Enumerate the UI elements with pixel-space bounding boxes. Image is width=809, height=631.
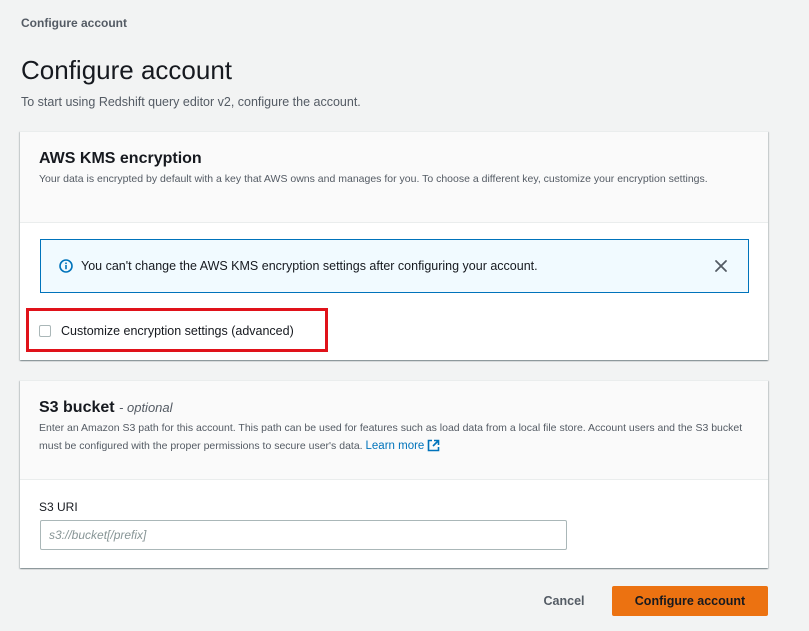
kms-info-alert: You can't change the AWS KMS encryption … — [40, 239, 749, 293]
customize-encryption-label[interactable]: Customize encryption settings (advanced) — [61, 324, 294, 338]
info-icon — [59, 259, 73, 273]
s3-panel-title-text: S3 bucket — [39, 399, 115, 416]
learn-more-link[interactable]: Learn more — [366, 440, 441, 452]
kms-panel-header: AWS KMS encryption Your data is encrypte… — [20, 132, 768, 223]
s3-uri-label: S3 URI — [39, 500, 78, 514]
close-icon[interactable] — [714, 259, 728, 273]
alert-text: You can't change the AWS KMS encryption … — [81, 259, 538, 273]
kms-panel-title: AWS KMS encryption — [39, 150, 202, 167]
configure-account-button[interactable]: Configure account — [612, 586, 768, 616]
kms-encryption-panel: AWS KMS encryption Your data is encrypte… — [20, 131, 768, 360]
s3-uri-input[interactable] — [40, 520, 567, 550]
page-subtitle: To start using Redshift query editor v2,… — [21, 95, 361, 109]
cancel-button[interactable]: Cancel — [530, 590, 598, 612]
breadcrumb: Configure account — [21, 16, 128, 30]
s3-panel-description: Enter an Amazon S3 path for this account… — [39, 419, 748, 455]
kms-panel-description: Your data is encrypted by default with a… — [39, 173, 708, 185]
s3-panel-title: S3 bucket - optional — [39, 399, 748, 417]
s3-panel-header: S3 bucket - optional Enter an Amazon S3 … — [20, 381, 768, 480]
optional-label: - optional — [119, 400, 173, 415]
s3-bucket-panel: S3 bucket - optional Enter an Amazon S3 … — [20, 380, 768, 568]
page-title: Configure account — [21, 55, 233, 85]
learn-more-text[interactable]: Learn more — [366, 440, 425, 452]
external-link-icon[interactable] — [427, 439, 440, 452]
customize-encryption-checkbox-row[interactable]: Customize encryption settings (advanced) — [39, 324, 294, 338]
customize-encryption-checkbox[interactable] — [39, 325, 51, 337]
